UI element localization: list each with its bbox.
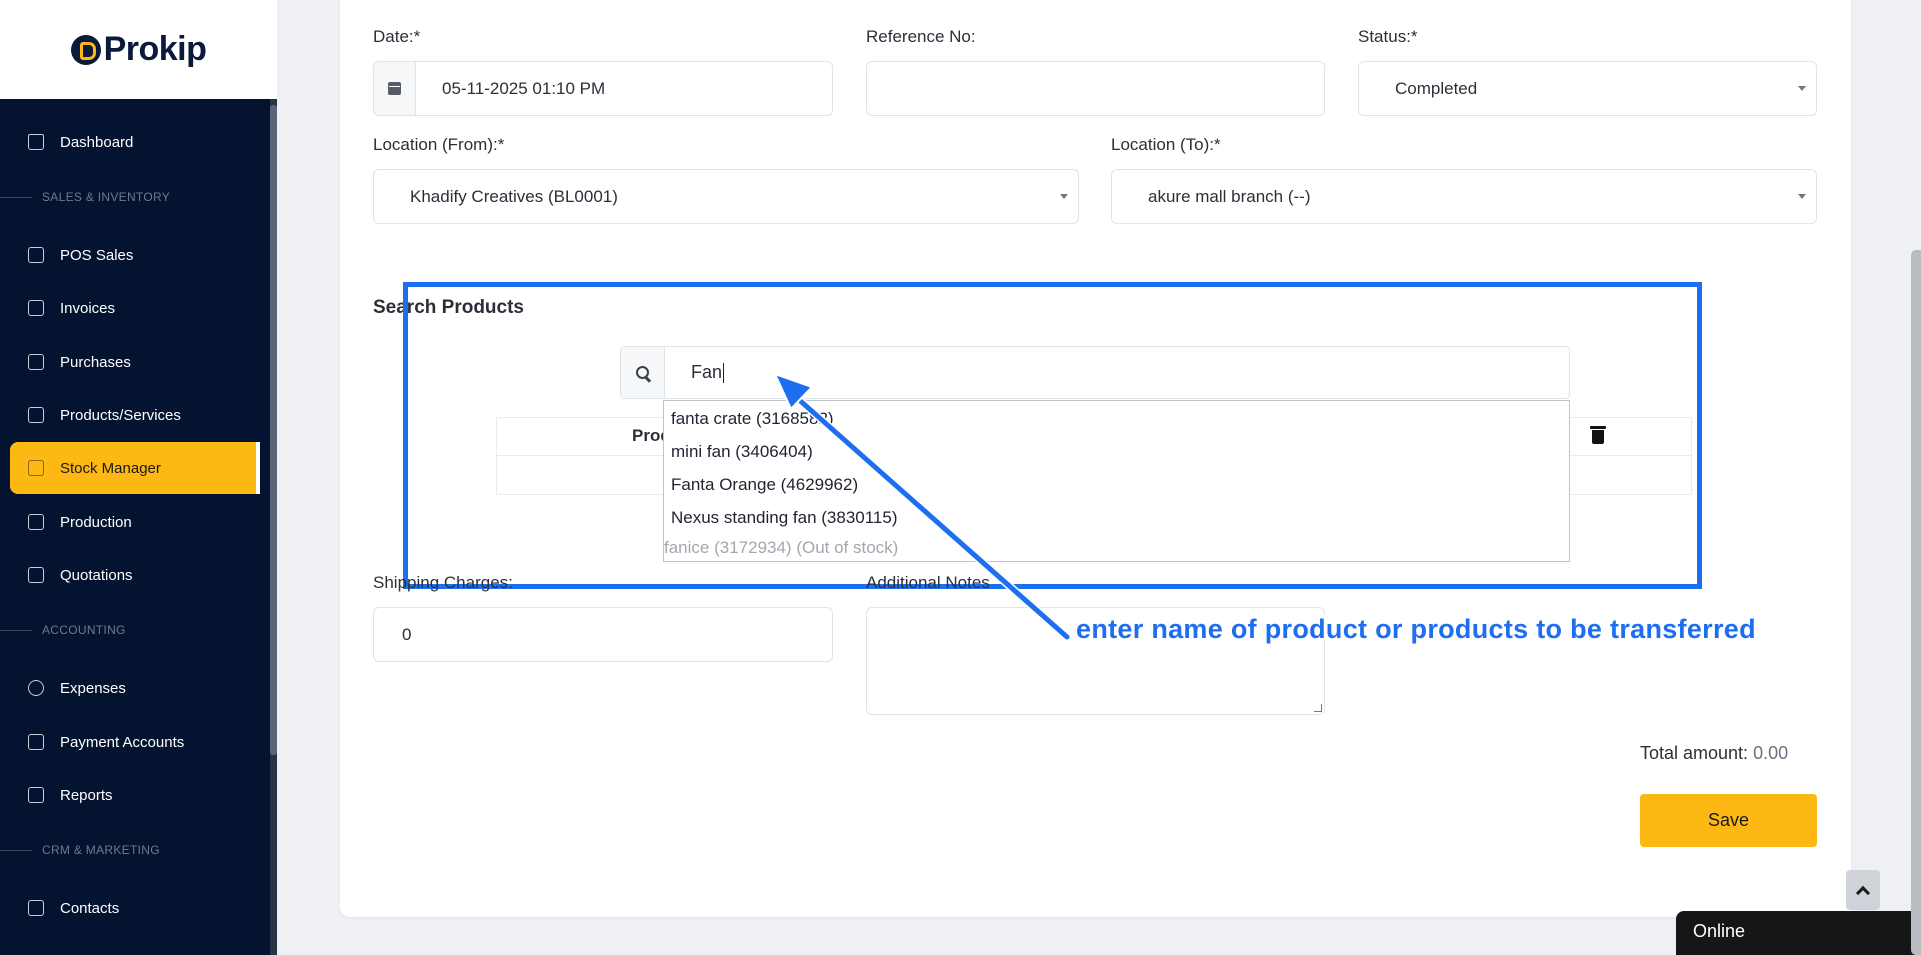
annotation-arrow bbox=[773, 372, 1071, 641]
scroll-to-top-button[interactable] bbox=[1846, 870, 1880, 910]
chevron-up-icon bbox=[1855, 885, 1871, 900]
chat-widget-online[interactable]: Online bbox=[1676, 911, 1921, 955]
annotation-text: enter name of product or products to be … bbox=[1076, 614, 1756, 644]
page-scrollbar-thumb[interactable] bbox=[1911, 250, 1921, 955]
